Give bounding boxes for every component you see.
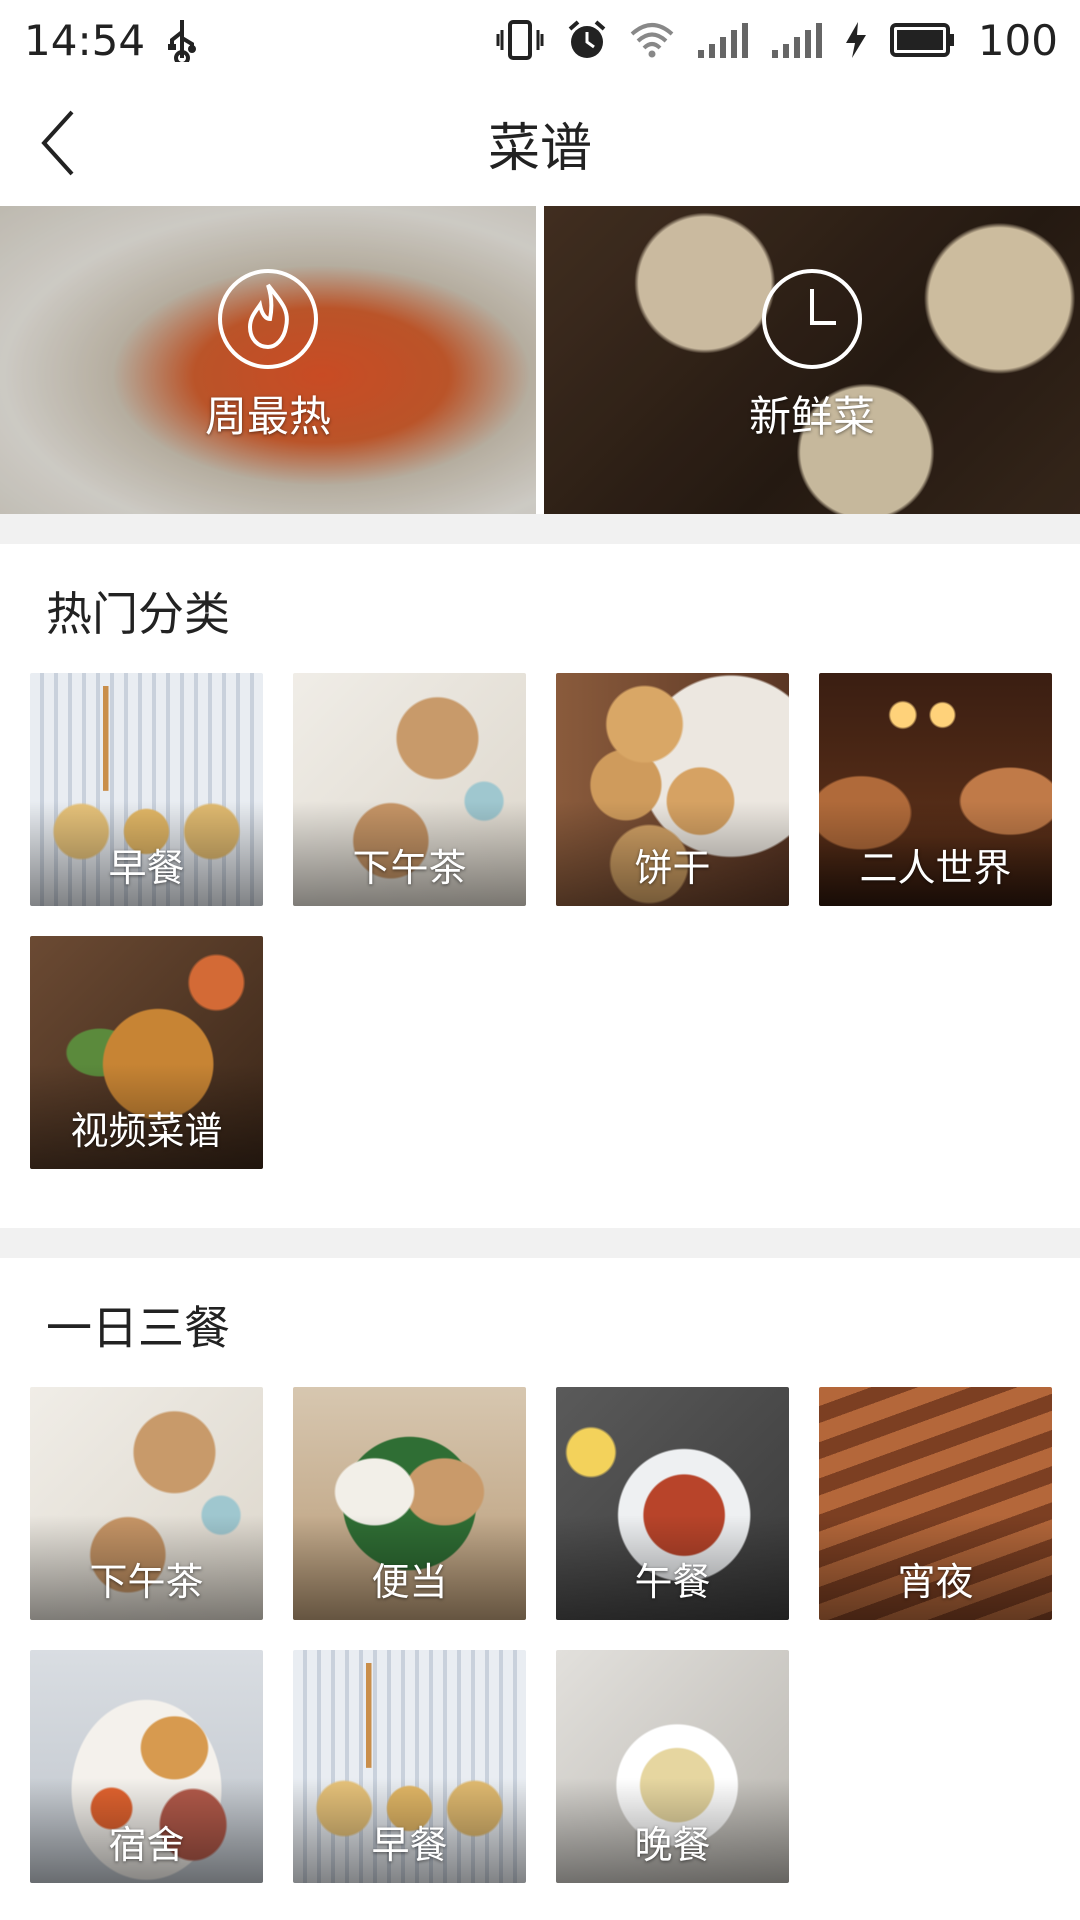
flame-icon (216, 267, 320, 375)
tile-label: 早餐 (371, 1823, 448, 1867)
tile-label: 二人世界 (859, 846, 1012, 890)
tile-label: 视频菜谱 (70, 1109, 223, 1153)
section-divider (0, 514, 1080, 544)
tile-label: 宵夜 (897, 1560, 974, 1604)
banner-weekly-hot[interactable]: 周最热 (0, 206, 536, 514)
section-title-hot-categories: 热门分类 (46, 587, 230, 641)
battery-level: 100 (977, 15, 1058, 65)
tile-label: 下午茶 (352, 846, 467, 890)
tile-label: 早餐 (108, 846, 185, 890)
usb-icon (167, 18, 197, 62)
tile-label: 晚餐 (634, 1823, 711, 1867)
status-bar: 14:54 100 (0, 0, 1080, 80)
tile-label: 便当 (371, 1560, 448, 1604)
meal-tile-late-night[interactable]: 宵夜 (819, 1387, 1052, 1620)
section-title-three-meals: 一日三餐 (46, 1301, 230, 1355)
meal-tile-afternoon-tea[interactable]: 下午茶 (30, 1387, 263, 1620)
section-divider (0, 1228, 1080, 1258)
banner: 周最热 新鲜菜 (0, 206, 1080, 514)
clock-icon (760, 267, 864, 375)
vibrate-icon (496, 20, 544, 60)
meal-tile-breakfast[interactable]: 早餐 (293, 1650, 526, 1883)
category-tile-afternoon-tea[interactable]: 下午茶 (293, 673, 526, 906)
charging-icon (844, 21, 868, 59)
category-tile-breakfast[interactable]: 早餐 (30, 673, 263, 906)
signal-icon (770, 22, 822, 58)
title-bar: 菜谱 (0, 80, 1080, 206)
signal-icon (696, 22, 748, 58)
back-button[interactable] (28, 105, 88, 181)
tile-label: 下午茶 (89, 1560, 204, 1604)
page-title: 菜谱 (487, 118, 592, 179)
meal-tile-bento[interactable]: 便当 (293, 1387, 526, 1620)
category-tile-cookies[interactable]: 饼干 (556, 673, 789, 906)
meal-tile-lunch[interactable]: 午餐 (556, 1387, 789, 1620)
tile-label: 宿舍 (108, 1823, 185, 1867)
banner-label: 周最热 (204, 391, 331, 441)
meal-tile-dorm[interactable]: 宿舍 (30, 1650, 263, 1883)
meal-tile-dinner[interactable]: 晚餐 (556, 1650, 789, 1883)
banner-fresh[interactable]: 新鲜菜 (544, 206, 1080, 514)
status-time: 14:54 (24, 15, 146, 65)
alarm-icon (566, 19, 608, 61)
category-tile-two-person[interactable]: 二人世界 (819, 673, 1052, 906)
banner-label: 新鲜菜 (748, 391, 875, 441)
tile-label: 饼干 (634, 846, 711, 890)
tile-label: 午餐 (634, 1560, 711, 1604)
wifi-icon (630, 22, 674, 58)
chevron-left-icon (41, 110, 74, 176)
battery-icon (889, 23, 956, 57)
category-tile-video-recipes[interactable]: 视频菜谱 (30, 936, 263, 1169)
